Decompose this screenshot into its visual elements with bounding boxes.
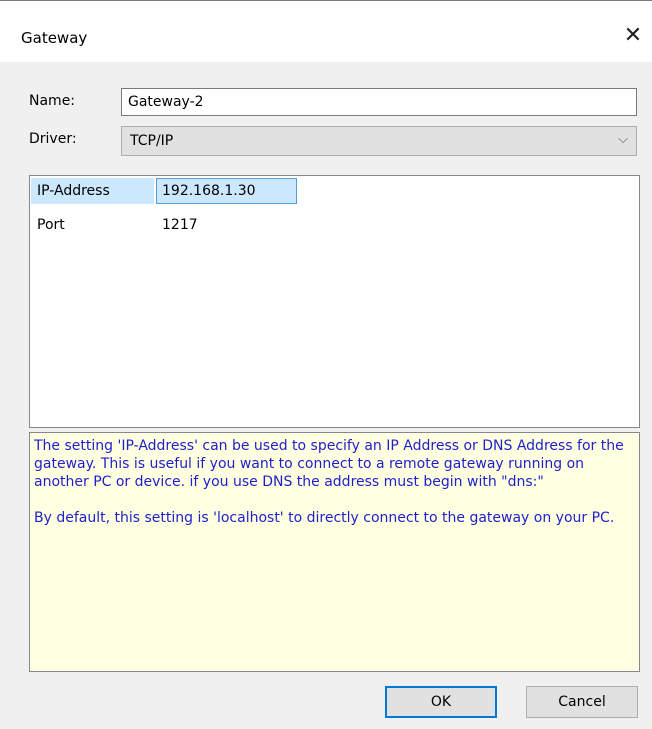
driver-select[interactable]: TCP/IP ⌵ [121, 126, 637, 156]
help-panel: The setting 'IP-Address' can be used to … [29, 432, 640, 672]
chevron-down-icon: ⌵ [618, 132, 628, 147]
window-border [0, 0, 652, 1]
name-label: Name: [29, 93, 76, 109]
ok-button[interactable]: OK [385, 686, 497, 718]
close-icon[interactable]: ✕ [618, 20, 648, 50]
help-text: By default, this setting is 'localhost' … [34, 510, 615, 526]
property-grid[interactable]: IP-Address 192.168.1.30 Port 1217 [29, 175, 640, 428]
property-value: 1217 [162, 217, 198, 233]
property-name: Port [37, 217, 65, 233]
driver-label: Driver: [29, 131, 77, 147]
help-text: The setting 'IP-Address' can be used to … [34, 438, 624, 490]
window-title: Gateway [21, 29, 88, 47]
property-row-port[interactable]: Port 1217 [30, 212, 639, 238]
driver-select-value: TCP/IP [130, 133, 174, 149]
property-row-ip-address[interactable]: IP-Address 192.168.1.30 [30, 178, 639, 204]
property-name: IP-Address [31, 178, 154, 204]
property-value-editor[interactable]: 192.168.1.30 [156, 178, 297, 204]
name-input[interactable] [121, 88, 637, 116]
cancel-button[interactable]: Cancel [526, 686, 638, 718]
title-bar: Gateway ✕ [0, 0, 652, 62]
